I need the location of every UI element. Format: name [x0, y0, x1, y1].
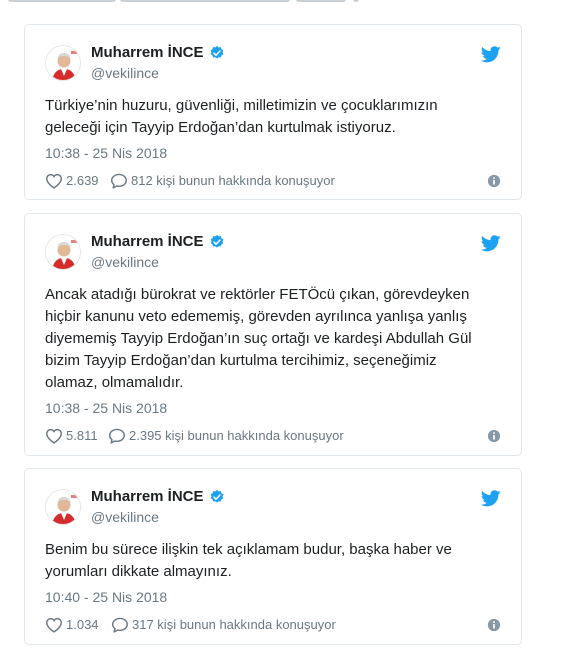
tweet-timestamp[interactable]: 10:38 - 25 Nis 2018: [45, 144, 167, 162]
tweet-actions: 5.811 2.395 kişi bunun hakkında konuşuyo…: [45, 426, 501, 446]
tweet-text: Benim bu sürece ilişkin tek açıklamam bu…: [45, 541, 452, 580]
tweet-header: Muharrem İNCE @vekilince: [45, 487, 501, 529]
tweet-actions: 1.034 317 kişi bunun hakkında konuşuyor: [45, 615, 501, 635]
tweet-card-3[interactable]: Muharrem İNCE @vekilince Benim bu sürece…: [24, 468, 522, 645]
conversation-link[interactable]: 317 kişi bunun hakkında konuşuyor: [111, 615, 336, 635]
twitter-bird-icon[interactable]: [481, 46, 501, 63]
heart-icon: [45, 428, 63, 444]
tweet-card-1[interactable]: Muharrem İNCE @vekilince Türkiye’nin huz…: [24, 24, 522, 200]
like-count: 5.811: [66, 428, 98, 443]
conversation-link[interactable]: 2.395 kişi bunun hakkında konuşuyor: [108, 426, 344, 446]
avatar[interactable]: [45, 234, 81, 270]
info-icon[interactable]: [487, 174, 501, 188]
heart-icon: [45, 173, 63, 189]
tweet-card-2[interactable]: Muharrem İNCE @vekilince Ancak atadığı b…: [24, 213, 522, 456]
tweet-actions: 2.639 812 kişi bunun hakkında konuşuyor: [45, 171, 501, 191]
tweet-header: Muharrem İNCE @vekilince: [45, 232, 501, 274]
tweet-timestamp[interactable]: 10:38 - 25 Nis 2018: [45, 399, 167, 417]
author-handle[interactable]: @vekilince: [91, 507, 225, 527]
speech-bubble-icon: [110, 173, 127, 189]
tweet-header: Muharrem İNCE @vekilince: [45, 43, 501, 85]
verified-badge-icon: [210, 235, 223, 248]
author-handle[interactable]: @vekilince: [91, 63, 225, 83]
author-name[interactable]: Muharrem İNCE: [91, 232, 204, 252]
conversation-text: 2.395 kişi bunun hakkında konuşuyor: [129, 428, 344, 443]
twitter-bird-icon[interactable]: [481, 235, 501, 252]
like-count: 2.639: [66, 173, 99, 188]
heart-icon: [45, 617, 63, 633]
verified-badge-icon: [210, 490, 223, 503]
like-button[interactable]: 5.811: [45, 426, 98, 446]
author-handle[interactable]: @vekilince: [91, 252, 225, 272]
speech-bubble-icon: [108, 428, 125, 444]
tweet-text: Türkiye’nin huzuru, güvenliği, milletimi…: [45, 97, 438, 136]
tweet-timestamp[interactable]: 10:40 - 25 Nis 2018: [45, 588, 167, 606]
verified-badge-icon: [210, 46, 223, 59]
info-icon[interactable]: [487, 618, 501, 632]
avatar[interactable]: [45, 489, 81, 525]
tweet-text: Ancak atadığı bürokrat ve rektörler FETÖ…: [45, 286, 472, 391]
author-name[interactable]: Muharrem İNCE: [91, 487, 204, 507]
avatar[interactable]: [45, 45, 81, 81]
conversation-text: 812 kişi bunun hakkında konuşuyor: [131, 173, 335, 188]
speech-bubble-icon: [111, 617, 128, 633]
conversation-text: 317 kişi bunun hakkında konuşuyor: [132, 617, 336, 632]
cropped-text-fragment: [0, 0, 568, 8]
twitter-bird-icon[interactable]: [481, 490, 501, 507]
info-icon[interactable]: [487, 429, 501, 443]
like-button[interactable]: 2.639: [45, 171, 99, 191]
like-count: 1.034: [66, 617, 99, 632]
like-button[interactable]: 1.034: [45, 615, 99, 635]
conversation-link[interactable]: 812 kişi bunun hakkında konuşuyor: [110, 171, 335, 191]
author-name[interactable]: Muharrem İNCE: [91, 43, 204, 63]
